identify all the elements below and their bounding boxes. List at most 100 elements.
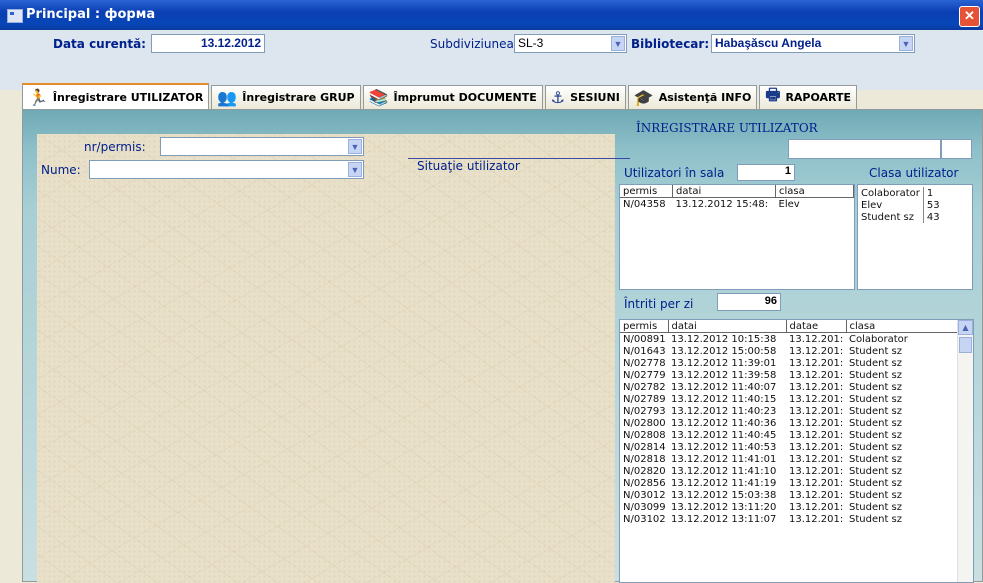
table-row[interactable]: N/02789 13.12.2012 11:40:15 13.12.201: Stud…: [620, 393, 960, 405]
entries-per-day-list[interactable]: permis datai datae clasa N/00891 13.12.20…: [619, 319, 974, 583]
col-header[interactable]: datai: [668, 320, 787, 333]
tab-label: Înregistrare UTILIZATOR: [52, 90, 204, 104]
tab-sessions[interactable]: ⚓ SESIUNI: [544, 85, 626, 109]
table-row[interactable]: N/00891 13.12.2012 10:15:38 13.12.201: Cola…: [620, 333, 960, 346]
title-bar[interactable]: Principal : форма ✕: [0, 0, 983, 30]
cell: 13.12.201:: [789, 489, 844, 501]
table-row[interactable]: N/02808 13.12.2012 11:40:45 13.12.201: Stud…: [620, 429, 960, 441]
cell: 13.12.2012 11:39:58: [671, 369, 777, 381]
cell: N/02782: [623, 381, 666, 393]
table-row[interactable]: N/02778 13.12.2012 11:39:01 13.12.201: Stud…: [620, 357, 960, 369]
list-item[interactable]: Student sz 43: [858, 211, 972, 223]
table-row[interactable]: N/02820 13.12.2012 11:41:10 13.12.201: Stud…: [620, 465, 960, 477]
user-info-field-2[interactable]: [941, 139, 972, 159]
cell: N/03102: [623, 513, 666, 525]
date-field[interactable]: 13.12.2012: [151, 34, 265, 53]
cell: 53: [922, 199, 972, 211]
chevron-down-icon[interactable]: ▼: [348, 162, 362, 177]
permis-label: nr/permis:: [84, 140, 146, 154]
cell: 13.12.201:: [789, 513, 844, 525]
group-icon: 👥: [217, 88, 238, 107]
table-row[interactable]: N/02779 13.12.2012 11:39:58 13.12.201: Stud…: [620, 369, 960, 381]
user-class-list[interactable]: Colaborator 1 Elev 53 Student sz 43: [857, 184, 973, 290]
table-row[interactable]: N/04358 13.12.2012 15:48: Elev: [620, 198, 854, 211]
tab-info-assistance[interactable]: 🎓 Asistenţă INFO: [627, 85, 758, 109]
table-row[interactable]: N/03099 13.12.2012 13:11:20 13.12.201: Stud…: [620, 501, 960, 513]
table-row[interactable]: N/03012 13.12.2012 15:03:38 13.12.201: Stud…: [620, 489, 960, 501]
col-header[interactable]: clasa: [775, 185, 854, 198]
cell: 13.12.201:: [789, 441, 844, 453]
scroll-thumb[interactable]: [959, 337, 972, 353]
scroll-up-icon[interactable]: ▲: [958, 320, 973, 335]
users-in-hall-label: Utilizatori în sala: [624, 166, 725, 180]
cell: Colaborator: [849, 333, 908, 345]
col-header[interactable]: permis: [620, 185, 673, 198]
table-row[interactable]: N/03102 13.12.2012 13:11:07 13.12.201: Stud…: [620, 513, 960, 525]
books-icon: 📚: [368, 88, 389, 107]
cell: 13.12.201:: [789, 393, 844, 405]
permis-select[interactable]: ▼: [160, 137, 364, 156]
cell: 13.12.2012 11:40:53: [671, 441, 777, 453]
librarian-select[interactable]: Habaşăscu Angela ▼: [711, 34, 915, 53]
cell: Elev: [861, 199, 883, 211]
col-header[interactable]: datai: [672, 185, 776, 198]
tab-label: RAPOARTE: [785, 91, 852, 104]
col-header[interactable]: datae: [786, 320, 847, 333]
subdivision-label: Subdiviziunea:: [430, 37, 518, 51]
tab-label: SESIUNI: [570, 91, 620, 104]
section-title: ÎNREGISTRARE UTILIZATOR: [636, 121, 818, 135]
cell: 13.12.2012 10:15:38: [671, 333, 777, 345]
cell: N/02814: [623, 441, 666, 453]
tab-panel: nr/permis: ▼ Nume: ▼ Situaţie utilizator…: [22, 109, 983, 583]
table-row[interactable]: N/02814 13.12.2012 11:40:53 13.12.201: Stud…: [620, 441, 960, 453]
cell: 13.12.2012 11:40:23: [671, 405, 777, 417]
cell: 13.12.2012 11:40:36: [671, 417, 777, 429]
cell: N/03012: [623, 489, 666, 501]
col-header[interactable]: clasa: [846, 320, 960, 333]
table-row[interactable]: N/02818 13.12.2012 11:41:01 13.12.201: Stud…: [620, 453, 960, 465]
librarian-label: Bibliotecar:: [631, 37, 710, 51]
tab-reports[interactable]: 🖶 RAPOARTE: [759, 85, 858, 109]
user-form-area: [37, 134, 615, 583]
vertical-scrollbar[interactable]: ▲: [957, 320, 973, 582]
cell: Elev: [778, 198, 800, 210]
entries-per-day-count: 96: [717, 293, 781, 311]
tab-label: Împrumut DOCUMENTE: [393, 91, 537, 104]
cell: 43: [922, 211, 972, 223]
chevron-down-icon[interactable]: ▼: [348, 139, 362, 154]
cell: Student sz: [849, 513, 903, 525]
table-row[interactable]: N/02793 13.12.2012 11:40:23 13.12.201: Stud…: [620, 405, 960, 417]
cell: N/01643: [623, 345, 666, 357]
cell: 13.12.201:: [789, 417, 844, 429]
list-item[interactable]: Elev 53: [858, 199, 972, 211]
cell: N/00891: [623, 333, 666, 345]
close-button[interactable]: ✕: [959, 6, 980, 27]
cell: Student sz: [849, 357, 903, 369]
tab-strip: 🏃 Înregistrare UTILIZATOR 👥 Înregistrare…: [22, 83, 859, 109]
tab-register-user[interactable]: 🏃 Înregistrare UTILIZATOR: [22, 83, 210, 109]
list-item[interactable]: Colaborator 1: [858, 187, 972, 199]
cell: 13.12.201:: [789, 501, 844, 513]
table-row[interactable]: N/02800 13.12.2012 11:40:36 13.12.201: Stud…: [620, 417, 960, 429]
cell: Student sz: [849, 501, 903, 513]
running-person-icon: 🏃: [28, 87, 48, 107]
users-in-hall-list[interactable]: permis datai clasa N/04358 13.12.2012 15…: [619, 184, 855, 290]
col-header[interactable]: permis: [620, 320, 669, 333]
table-row[interactable]: N/02782 13.12.2012 11:40:07 13.12.201: Stud…: [620, 381, 960, 393]
chevron-down-icon[interactable]: ▼: [899, 36, 913, 51]
cell: N/03099: [623, 501, 666, 513]
date-label: Data curentă:: [53, 37, 146, 51]
subdivision-select[interactable]: SL-3 ▼: [514, 34, 627, 53]
name-select[interactable]: ▼: [89, 160, 364, 179]
cell: 13.12.2012 15:03:38: [671, 489, 777, 501]
table-row[interactable]: N/01643 13.12.2012 15:00:58 13.12.201: Stud…: [620, 345, 960, 357]
cell: 13.12.2012 11:40:15: [671, 393, 777, 405]
chevron-down-icon[interactable]: ▼: [611, 36, 625, 51]
tab-register-group[interactable]: 👥 Înregistrare GRUP: [211, 85, 361, 109]
table-row[interactable]: N/02856 13.12.2012 11:41:19 13.12.201: Stud…: [620, 477, 960, 489]
user-info-field[interactable]: [788, 139, 941, 159]
tab-loan-documents[interactable]: 📚 Împrumut DOCUMENTE: [362, 85, 543, 109]
tab-label: Înregistrare GRUP: [242, 91, 355, 104]
cell: 13.12.201:: [789, 429, 844, 441]
cell: 13.12.201:: [789, 357, 844, 369]
